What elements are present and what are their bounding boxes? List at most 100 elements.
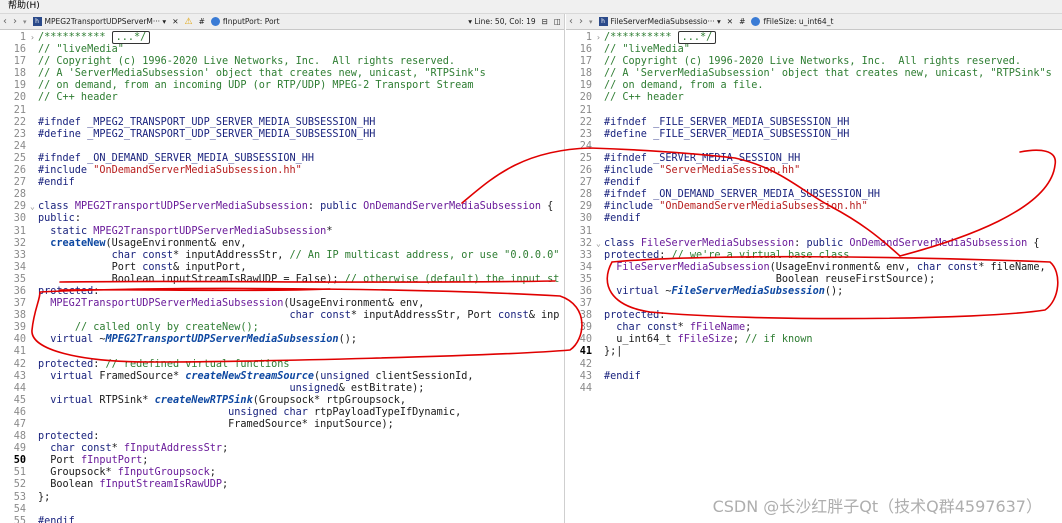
code-line[interactable]: 41};| — [566, 346, 1062, 358]
code-line[interactable]: 27 #endif — [0, 177, 564, 189]
code-line[interactable]: 21 — [566, 105, 1062, 117]
right-code-area[interactable]: 1 ›/********** ...*/ 16 // "liveMedia" 17 // … — [566, 30, 1062, 395]
close-icon[interactable]: ✕ — [724, 14, 736, 29]
code-line[interactable]: 44 unsigned& estBitrate); — [0, 383, 564, 395]
code-line[interactable]: 18 // A 'ServerMediaSubsession' object th… — [566, 68, 1062, 80]
symbol-selector[interactable]: fFileSize: u_int64_t — [748, 14, 836, 29]
code-line[interactable]: 17 // Copyright (c) 1996-2020 Live Networ… — [0, 56, 564, 68]
fold-toggle-icon[interactable]: › — [596, 32, 604, 44]
code-line[interactable]: 20 // C++ header — [0, 92, 564, 104]
code-line[interactable]: 19 // on demand, from a file. — [566, 80, 1062, 92]
code-line[interactable]: 28 — [0, 189, 564, 201]
code-line[interactable]: 16 // "liveMedia" — [0, 44, 564, 56]
code-line[interactable]: 18 // A 'ServerMediaSubsession' object th… — [0, 68, 564, 80]
code-line[interactable]: 50 Port fInputPort; — [0, 455, 564, 467]
code-line[interactable]: 54 — [0, 504, 564, 516]
cursor-position[interactable]: ▾ Line: 50, Col: 19 — [465, 14, 538, 29]
code-line[interactable]: 22 #ifndef _FILE_SERVER_MEDIA_SUBSESSION_… — [566, 117, 1062, 129]
back-arrow-icon[interactable]: ‹ — [0, 16, 10, 27]
code-line[interactable]: 31 — [566, 226, 1062, 238]
code-line[interactable]: 43 virtual FramedSource* createNewStream… — [0, 371, 564, 383]
code-line[interactable]: 24 — [566, 141, 1062, 153]
code-line[interactable]: 28 #ifndef _ON_DEMAND_SERVER_MEDIA_SUBSES… — [566, 189, 1062, 201]
code-line[interactable]: 46 unsigned char rtpPayloadTypeIfDynamic… — [0, 407, 564, 419]
code-line[interactable]: 53}; — [0, 492, 564, 504]
code-line[interactable]: 35 Boolean reuseFirstSource); — [566, 274, 1062, 286]
code-line[interactable]: 33 char const* inputAddressStr, // An IP… — [0, 250, 564, 262]
code-line[interactable]: 20 // C++ header — [566, 92, 1062, 104]
code-line[interactable]: 36 protected: — [0, 286, 564, 298]
code-line[interactable]: 41 — [0, 346, 564, 358]
code-line[interactable]: 33 protected: // we're a virtual base cla… — [566, 250, 1062, 262]
fold-toggle-icon[interactable]: › — [30, 32, 38, 44]
split-icon[interactable]: ⊟ — [539, 14, 551, 29]
code-line[interactable]: 29 ⌄ class MPEG2TransportUDPServerMediaSub… — [0, 201, 564, 213]
back-arrow-icon[interactable]: ‹ — [566, 16, 576, 27]
code-line[interactable]: 26 #include "OnDemandServerMediaSubsessio… — [0, 165, 564, 177]
lock-icon[interactable]: ▾ — [20, 14, 30, 29]
code-line[interactable]: 30 public: — [0, 213, 564, 225]
code-line[interactable]: 32 createNew(UsageEnvironment& env, — [0, 238, 564, 250]
code-line[interactable]: 38 protected: — [566, 310, 1062, 322]
code-line[interactable]: 52 Boolean fInputStreamIsRawUDP; — [0, 479, 564, 491]
code-line[interactable]: 43 #endif — [566, 371, 1062, 383]
code-line[interactable]: 23 #define _MPEG2_TRANSPORT_UDP_SERVER_ME… — [0, 129, 564, 141]
code-text: Boolean fInputStreamIsRawUDP; — [38, 479, 229, 491]
code-line[interactable]: 34 Port const& inputPort, — [0, 262, 564, 274]
code-line[interactable]: 22 #ifndef _MPEG2_TRANSPORT_UDP_SERVER_ME… — [0, 117, 564, 129]
symbol-selector[interactable]: fInputPort: Port — [208, 14, 283, 29]
code-line[interactable]: 24 — [0, 141, 564, 153]
warning-icon[interactable]: ⚠ — [181, 14, 195, 29]
code-line[interactable]: 29 #include "OnDemandServerMediaSubsessio… — [566, 201, 1062, 213]
forward-arrow-icon[interactable]: › — [576, 16, 586, 27]
code-line[interactable]: 48 protected: — [0, 431, 564, 443]
code-line[interactable]: 39 char const* fFileName; — [566, 322, 1062, 334]
code-text: // "liveMedia" — [604, 44, 690, 56]
left-code-area[interactable]: 1 ›/********** ...*/ 16 // "liveMedia" 17 // … — [0, 30, 564, 523]
code-line[interactable]: 23 #define _FILE_SERVER_MEDIA_SUBSESSION_… — [566, 129, 1062, 141]
code-line[interactable]: 25 #ifndef _SERVER_MEDIA_SESSION_HH — [566, 153, 1062, 165]
close-icon[interactable]: ✕ — [169, 14, 181, 29]
code-line[interactable]: 25 #ifndef _ON_DEMAND_SERVER_MEDIA_SUBSES… — [0, 153, 564, 165]
code-line[interactable]: 16 // "liveMedia" — [566, 44, 1062, 56]
forward-arrow-icon[interactable]: › — [10, 16, 20, 27]
code-line[interactable]: 42 — [566, 359, 1062, 371]
code-line[interactable]: 30 #endif — [566, 213, 1062, 225]
code-line[interactable]: 21 — [0, 105, 564, 117]
code-line[interactable]: 40 u_int64_t fFileSize; // if known — [566, 334, 1062, 346]
code-line[interactable]: 36 virtual ~FileServerMediaSubsession(); — [566, 286, 1062, 298]
code-line[interactable]: 1 ›/********** ...*/ — [566, 31, 1062, 44]
code-line[interactable]: 47 FramedSource* inputSource); — [0, 419, 564, 431]
code-line[interactable]: 17 // Copyright (c) 1996-2020 Live Networ… — [566, 56, 1062, 68]
code-line[interactable]: 35 Boolean inputStreamIsRawUDP = False);… — [0, 274, 564, 286]
menu-help[interactable]: 帮助(H) — [0, 1, 40, 11]
code-line[interactable]: 44 — [566, 383, 1062, 395]
fold-toggle-icon[interactable]: ⌄ — [30, 201, 38, 213]
code-line[interactable]: 51 Groupsock* fInputGroupsock; — [0, 467, 564, 479]
menu-bar: 帮助(H) — [0, 0, 1062, 14]
code-line[interactable]: 40 virtual ~MPEG2TransportUDPServerMedia… — [0, 334, 564, 346]
file-selector[interactable]: h MPEG2TransportUDPServerM··· ▾ — [30, 14, 170, 29]
code-line[interactable]: 27 #endif — [566, 177, 1062, 189]
code-line[interactable]: 42 protected: // redefined virtual functi… — [0, 359, 564, 371]
code-line[interactable]: 37 — [566, 298, 1062, 310]
lock-icon[interactable]: ▾ — [586, 14, 596, 29]
code-line[interactable]: 55 #endif — [0, 516, 564, 523]
code-line[interactable]: 38 char const* inputAddressStr, Port con… — [0, 310, 564, 322]
code-line[interactable]: 32 ⌄ class FileServerMediaSubsession: publ… — [566, 238, 1062, 250]
line-number: 24 — [579, 140, 592, 152]
code-line[interactable]: 37 MPEG2TransportUDPServerMediaSubsessio… — [0, 298, 564, 310]
split-right-icon[interactable]: ◫ — [551, 14, 564, 29]
fold-toggle-icon[interactable]: ⌄ — [596, 238, 604, 250]
code-line[interactable]: 31 static MPEG2TransportUDPServerMediaSu… — [0, 226, 564, 238]
code-line[interactable]: 19 // on demand, from an incoming UDP (or… — [0, 80, 564, 92]
code-line[interactable]: 49 char const* fInputAddressStr; — [0, 443, 564, 455]
hash-icon[interactable]: # — [196, 14, 208, 29]
file-selector[interactable]: h FileServerMediaSubsessio··· ▾ — [596, 14, 724, 29]
code-line[interactable]: 39 // called only by createNew(); — [0, 322, 564, 334]
code-line[interactable]: 26 #include "ServerMediaSession.hh" — [566, 165, 1062, 177]
code-line[interactable]: 45 virtual RTPSink* createNewRTPSink(Gro… — [0, 395, 564, 407]
code-line[interactable]: 1 ›/********** ...*/ — [0, 31, 564, 44]
hash-icon[interactable]: # — [736, 14, 748, 29]
code-line[interactable]: 34 FileServerMediaSubsession(UsageEnviro… — [566, 262, 1062, 274]
